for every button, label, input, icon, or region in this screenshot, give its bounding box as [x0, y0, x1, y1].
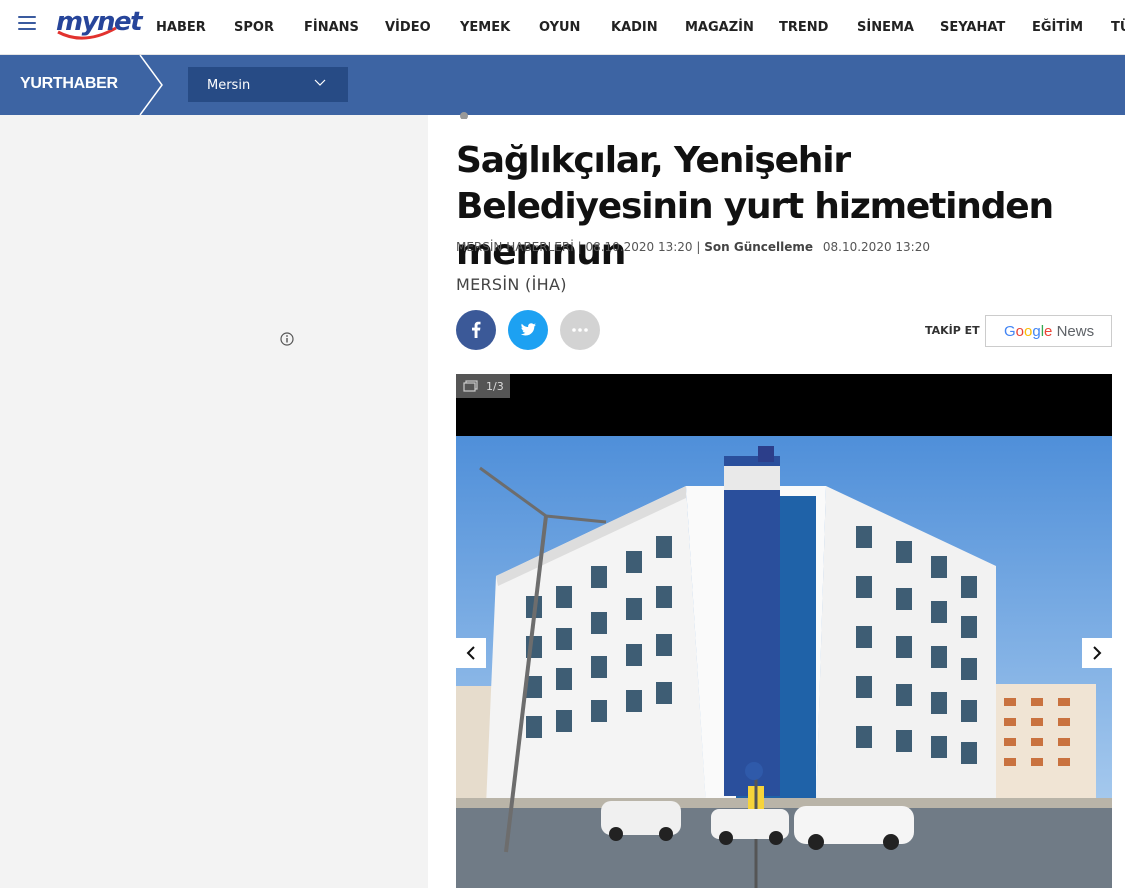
nav-item-video[interactable]: VİDEO [385, 20, 431, 35]
nav-item-oyun[interactable]: OYUN [539, 20, 580, 35]
breadcrumb-clipped [460, 112, 468, 119]
section-separator-chevron [139, 55, 163, 115]
nav-item-kadin[interactable]: KADIN [611, 20, 658, 35]
nav-item-finans[interactable]: FİNANS [304, 20, 359, 35]
gallery-icon [463, 380, 478, 392]
google-logo: Google [1004, 323, 1053, 340]
hamburger-menu-icon[interactable] [18, 16, 36, 32]
city-select-value: Mersin [207, 78, 251, 93]
nav-item-trend[interactable]: TREND [779, 20, 828, 35]
article-title: Sağlıkçılar, Yenişehir Belediyesinin yur… [456, 140, 1054, 273]
nav-item-sinema[interactable]: SİNEMA [857, 20, 914, 35]
article-meta: MERSİN HABERLERİ | 08.10.2020 13:20 | So… [456, 240, 930, 254]
gallery-counter-text: 1/3 [486, 380, 504, 393]
gallery-next-button[interactable] [1082, 638, 1112, 668]
breadcrumb [456, 107, 876, 119]
nav-item-magazin[interactable]: MAGAZİN [685, 20, 754, 35]
more-share-button[interactable] [560, 310, 600, 350]
facebook-icon [472, 321, 481, 338]
mynet-logo[interactable]: mynet [54, 6, 143, 44]
follow-label: TAKİP ET [925, 324, 980, 337]
updated-label: Son Güncelleme [704, 240, 814, 254]
google-news-button[interactable]: Google News [985, 315, 1112, 347]
more-options-icon [572, 328, 588, 332]
city-select[interactable]: Mersin [188, 67, 348, 102]
top-navigation-bar: mynet HABER SPOR FİNANS VİDEO YEMEK OYUN… [0, 0, 1125, 55]
facebook-share-button[interactable] [456, 310, 496, 350]
chevron-left-icon [466, 646, 475, 660]
chevron-down-icon [314, 79, 326, 86]
section-brand[interactable]: YURTHABER [20, 75, 118, 93]
nav-item-seyahat[interactable]: SEYAHAT [940, 20, 1005, 35]
article-category[interactable]: MERSİN HABERLERİ [456, 240, 574, 254]
article-source: MERSİN (İHA) [456, 275, 567, 294]
nav-item-more[interactable]: TÜ [1111, 20, 1125, 35]
gallery-prev-button[interactable] [456, 638, 486, 668]
nav-item-yemek[interactable]: YEMEK [460, 20, 510, 35]
twitter-icon [520, 323, 536, 336]
updated-date: 08.10.2020 13:20 [822, 240, 930, 254]
photo-gallery[interactable]: 1/3 [456, 374, 1112, 888]
chevron-right-icon [1093, 646, 1102, 660]
publish-date: 08.10.2020 13:20 [585, 240, 693, 254]
nav-item-haber[interactable]: HABER [156, 20, 206, 35]
ad-column [0, 115, 428, 888]
ad-info-icon[interactable] [280, 332, 294, 346]
nav-item-spor[interactable]: SPOR [234, 20, 274, 35]
gallery-counter: 1/3 [456, 374, 510, 398]
section-bar: YURTHABER Mersin [0, 55, 1125, 115]
google-news-label: News [1056, 323, 1095, 340]
nav-item-egitim[interactable]: EĞİTİM [1032, 20, 1083, 35]
gallery-photo [456, 436, 1112, 888]
twitter-share-button[interactable] [508, 310, 548, 350]
logo-text: mynet [56, 7, 143, 37]
